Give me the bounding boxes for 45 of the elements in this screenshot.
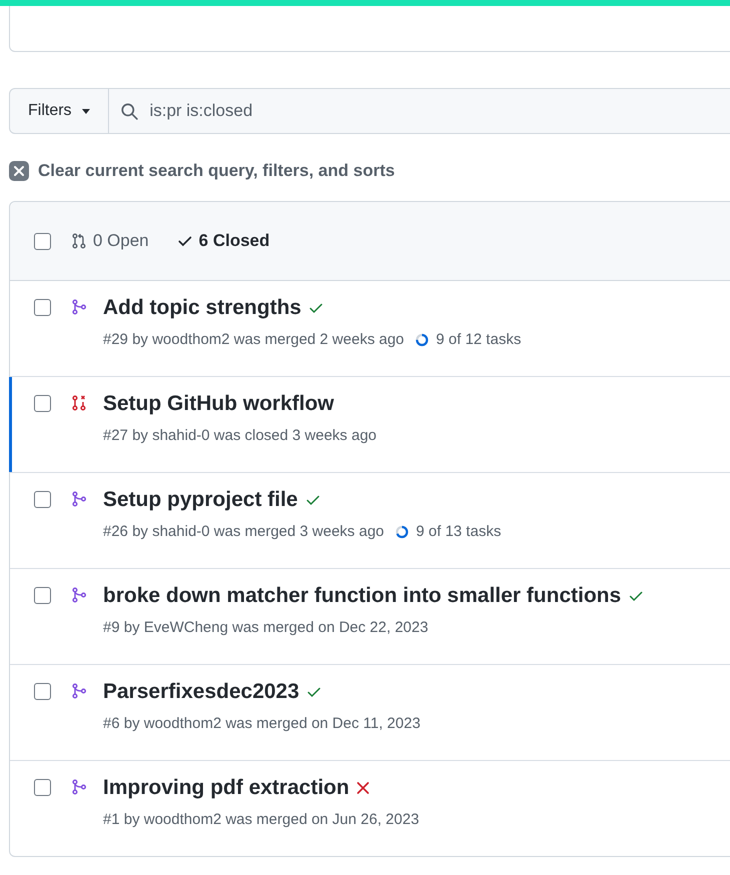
- checkbox[interactable]: [34, 683, 51, 700]
- pull-request-meta: #26 by shahid-0 was merged 3 weeks ago: [103, 523, 384, 540]
- pull-request-meta: #29 by woodthom2 was merged 2 weeks ago: [103, 331, 404, 348]
- checkbox[interactable]: [34, 587, 51, 604]
- search-field[interactable]: is:pr is:closed: [148, 100, 730, 122]
- checkbox[interactable]: [34, 491, 51, 508]
- pull-request-title[interactable]: Improving pdf extraction: [103, 776, 350, 800]
- state-tab[interactable]: 6 Closed: [170, 231, 278, 251]
- progress-ring-icon: [415, 332, 430, 346]
- pull-request-meta: #27 by shahid-0 was closed 3 weeks ago: [103, 427, 377, 444]
- merged-icon: [71, 683, 87, 699]
- pull-request-meta: #1 by woodthom2 was merged on Jun 26, 2023: [103, 811, 420, 828]
- pull-request-row[interactable]: Setup GitHub workflow #27 by shahid-0 was closed 3 weeks ago: [10, 377, 730, 473]
- merged-icon: [71, 587, 87, 603]
- search-icon: [120, 102, 138, 120]
- pull-request-title[interactable]: Setup pyproject file: [103, 488, 298, 512]
- pull-request-row[interactable]: Parserfixesdec2023 #6 by woodthom2 was merged on Dec 11, 2023: [10, 665, 730, 761]
- pull-request-title[interactable]: Add topic strengths: [103, 296, 302, 320]
- pull-request-meta: #6 by woodthom2 was merged on Dec 11, 2023: [103, 715, 420, 732]
- checkbox[interactable]: [34, 299, 51, 316]
- checkbox[interactable]: [34, 232, 51, 250]
- merged-icon: [71, 299, 87, 315]
- pull-request-row[interactable]: Improving pdf extraction #1 by woodthom2 was merged on Jun 26, 2023: [10, 761, 730, 856]
- clear-icon[interactable]: [9, 161, 29, 181]
- pull-request-meta: #9 by EveWCheng was merged on Dec 22, 2023: [103, 619, 428, 636]
- pull-request-title[interactable]: Parserfixesdec2023: [103, 680, 300, 704]
- task-count: 9 of 13 tasks: [416, 523, 502, 540]
- caret-icon: [82, 108, 90, 114]
- pull-request-row[interactable]: broke down matcher function into smaller functions #9 by EveWCheng was merged on Dec 22, 2023: [10, 569, 730, 665]
- pull-request-row[interactable]: Setup pyproject file #26 by shahid-0 was merged 3 weeks ago 9 of 13 tasks: [10, 473, 730, 569]
- checkbox[interactable]: [34, 395, 51, 412]
- progress-ring-icon: [395, 524, 410, 538]
- pull-request-row[interactable]: Add topic strengths #29 by woodthom2 was merged 2 weeks ago 9 of 12 tasks: [10, 281, 730, 377]
- clear-link[interactable]: Clear current search query, filters, and sorts: [38, 161, 395, 181]
- search-field[interactable]: is:pr is:closed: [108, 88, 730, 134]
- filters-button[interactable]: Filters: [9, 88, 109, 134]
- checkbox[interactable]: [34, 779, 51, 796]
- merged-icon: [71, 779, 87, 795]
- closed-pull-request-icon: [71, 395, 87, 411]
- merged-icon: [71, 491, 87, 507]
- pull-request-icon: [71, 233, 87, 249]
- pull-request-title[interactable]: broke down matcher function into smaller functions: [103, 584, 622, 608]
- pull-request-title[interactable]: Setup GitHub workflow: [103, 392, 334, 416]
- task-count: 9 of 12 tasks: [436, 331, 522, 348]
- state-tab[interactable]: 0 Open: [65, 231, 157, 251]
